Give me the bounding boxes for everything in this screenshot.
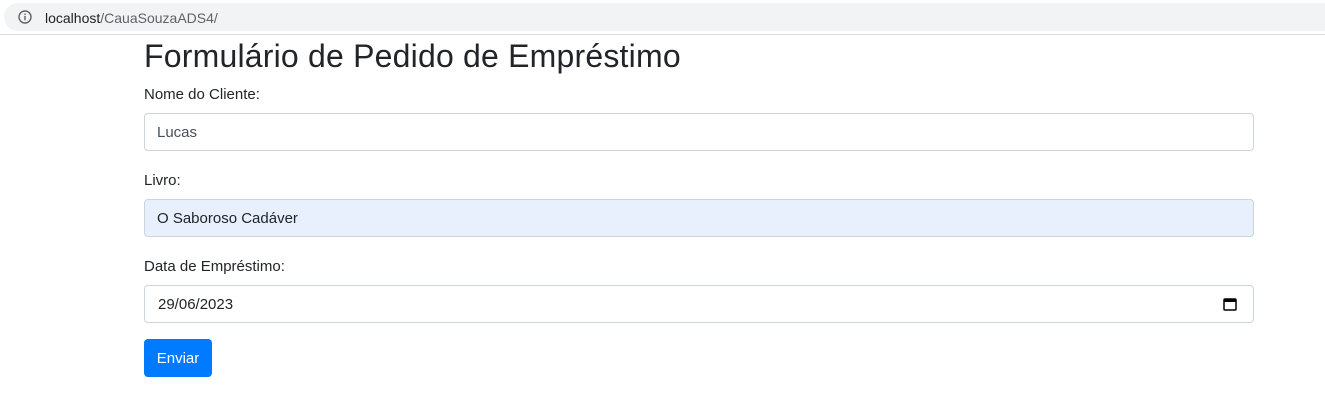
loan-date-label: Data de Empréstimo: [144, 258, 285, 275]
book-input[interactable]: O Saboroso Cadáver [144, 199, 1254, 237]
page-title: Formulário de Pedido de Empréstimo [144, 38, 681, 74]
calendar-icon[interactable] [1223, 297, 1237, 311]
url-text[interactable]: localhost/CauaSouzaADS4/ [45, 11, 218, 25]
client-name-label: Nome do Cliente: [144, 86, 260, 103]
client-name-value: Lucas [157, 123, 198, 141]
submit-button[interactable]: Enviar [144, 339, 212, 377]
loan-date-value: 29/06/2023 [158, 295, 234, 313]
browser-address-bar: localhost/CauaSouzaADS4/ [0, 0, 1325, 35]
client-name-input[interactable]: Lucas [144, 113, 1254, 151]
book-label: Livro: [144, 172, 181, 189]
url-host: localhost [45, 10, 101, 26]
info-icon[interactable] [18, 10, 32, 24]
url-path: /CauaSouzaADS4/ [100, 10, 218, 26]
url-field[interactable]: localhost/CauaSouzaADS4/ [4, 3, 1325, 31]
book-value: O Saboroso Cadáver [157, 209, 298, 227]
loan-date-input[interactable]: 29/06/2023 [144, 285, 1254, 323]
loan-form: Formulário de Pedido de Empréstimo Nome … [144, 38, 1254, 377]
